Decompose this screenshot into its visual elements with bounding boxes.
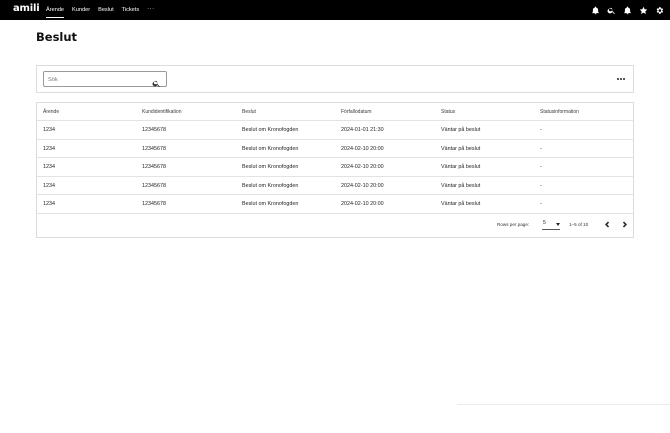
table-row[interactable]: 1234 12345678 Beslut om Kronofogden 2024…	[37, 195, 633, 214]
more-options-button[interactable]	[616, 75, 626, 83]
cell-forfallodatum: 2024-02-10 20:00	[341, 164, 384, 171]
cell-beslut: Beslut om Kronofogden	[242, 164, 299, 171]
cell-kundidentifikation: 12345678	[142, 127, 166, 133]
cell-kundidentifikation: 12345678	[142, 182, 166, 189]
nav-item-beslut[interactable]: Beslut	[98, 0, 114, 20]
column-header-status[interactable]: Status	[441, 103, 455, 121]
table-row[interactable]: 1234 12345678 Beslut om Kronofogden 2024…	[37, 177, 633, 196]
cell-beslut: Beslut om Kronofogden	[242, 182, 299, 189]
top-navigation-bar: amili Ärende Kunder Beslut Tickets ···	[0, 0, 670, 20]
dot-icon	[623, 78, 625, 80]
cell-statusinformation: -	[540, 127, 542, 133]
search-box[interactable]	[43, 71, 167, 88]
search-icon[interactable]	[607, 6, 616, 15]
cell-forfallodatum: 2024-01-01 21:30	[341, 127, 384, 133]
divider	[457, 404, 670, 405]
notification-icon[interactable]	[623, 6, 632, 15]
nav-more-button[interactable]: ···	[147, 0, 155, 20]
cell-beslut: Beslut om Kronofogden	[242, 145, 299, 152]
cell-forfallodatum: 2024-02-10 20:00	[341, 145, 384, 152]
column-header-kundidentifikation[interactable]: Kundidentifikation	[142, 103, 181, 121]
cell-status: Väntar på beslut	[441, 182, 481, 189]
column-header-statusinformation[interactable]: Statusinformation	[540, 103, 579, 121]
search-icon[interactable]	[152, 75, 161, 88]
table-row[interactable]: 1234 12345678 Beslut om Kronofogden 2024…	[37, 158, 633, 177]
cell-statusinformation: -	[540, 201, 542, 208]
table-row[interactable]: 1234 12345678 Beslut om Kronofogden 2024…	[37, 140, 633, 159]
cell-kundidentifikation: 12345678	[142, 164, 166, 171]
column-header-beslut[interactable]: Beslut	[242, 103, 256, 121]
star-icon[interactable]	[639, 6, 648, 15]
previous-page-button[interactable]	[603, 220, 611, 229]
cell-arende: 1234	[43, 145, 55, 152]
table-row[interactable]: 1234 12345678 Beslut om Kronofogden 2024…	[37, 121, 633, 140]
dot-icon	[617, 78, 619, 80]
bell-icon[interactable]	[591, 6, 600, 15]
search-toolbar	[36, 65, 634, 93]
decisions-table: Ärende Kundidentifikation Beslut Förfall…	[36, 102, 634, 238]
cell-arende: 1234	[43, 201, 55, 208]
cell-statusinformation: -	[540, 164, 542, 171]
column-header-arende[interactable]: Ärende	[43, 103, 59, 121]
cell-arende: 1234	[43, 127, 55, 133]
cell-arende: 1234	[43, 164, 55, 171]
cell-statusinformation: -	[540, 182, 542, 189]
chevron-right-icon	[622, 221, 627, 228]
cell-beslut: Beslut om Kronofogden	[242, 201, 299, 208]
cell-status: Väntar på beslut	[441, 145, 481, 152]
rows-per-page-select[interactable]: 5	[542, 218, 560, 230]
page-title: Beslut	[36, 30, 78, 44]
next-page-button[interactable]	[620, 220, 628, 229]
cell-kundidentifikation: 12345678	[142, 145, 166, 152]
rows-per-page-label: Rows per page:	[497, 222, 530, 227]
cell-status: Väntar på beslut	[441, 127, 481, 133]
cell-forfallodatum: 2024-02-10 20:00	[341, 182, 384, 189]
cell-arende: 1234	[43, 182, 55, 189]
cell-status: Väntar på beslut	[441, 164, 481, 171]
cell-statusinformation: -	[540, 145, 542, 152]
cell-status: Väntar på beslut	[441, 201, 481, 208]
rows-per-page-value: 5	[543, 220, 546, 226]
nav-item-arende[interactable]: Ärende	[46, 0, 65, 20]
table-header: Ärende Kundidentifikation Beslut Förfall…	[37, 103, 633, 121]
dot-icon	[620, 78, 622, 80]
search-input[interactable]	[48, 74, 148, 85]
caret-down-icon	[556, 223, 560, 226]
app-logo[interactable]: amili	[13, 3, 40, 14]
main-nav: Ärende Kunder Beslut Tickets ···	[46, 0, 155, 20]
column-header-forfallodatum[interactable]: Förfallodatum	[341, 103, 372, 121]
cell-kundidentifikation: 12345678	[142, 201, 166, 208]
nav-item-kunder[interactable]: Kunder	[72, 0, 90, 20]
pagination-range: 1–5 of 10	[569, 222, 589, 227]
cell-forfallodatum: 2024-02-10 20:00	[341, 201, 384, 208]
table-pagination: Rows per page: 5 1–5 of 10	[37, 214, 633, 238]
chevron-left-icon	[604, 221, 609, 228]
nav-item-tickets[interactable]: Tickets	[122, 0, 140, 20]
cell-beslut: Beslut om Kronofogden	[242, 127, 299, 133]
top-icon-group	[584, 0, 664, 20]
gear-icon[interactable]	[655, 6, 664, 15]
